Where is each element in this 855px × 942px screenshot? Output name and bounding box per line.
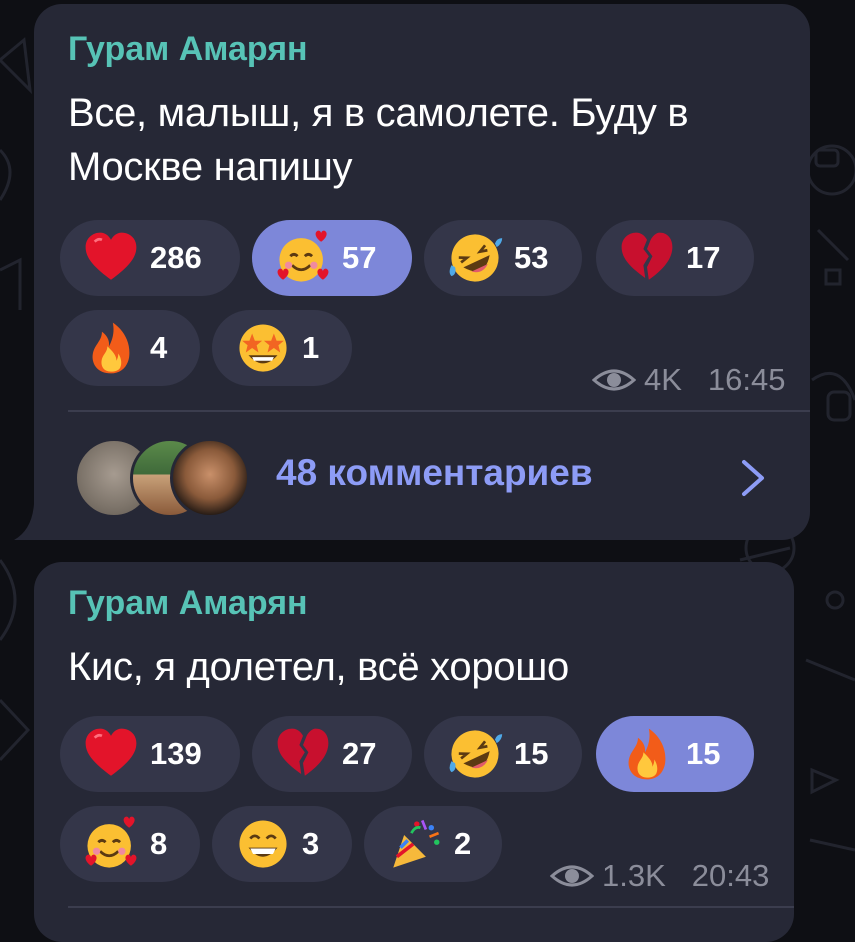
reaction-count: 2 [454, 826, 472, 861]
broken-heart-icon [277, 728, 329, 776]
comments-count-label: 48 комментариев [276, 452, 593, 493]
message-text-line-2: Москве напишу [68, 145, 353, 189]
post-author[interactable]: Гурам Амарян [68, 584, 308, 623]
reaction-fire[interactable]: 15 [596, 716, 754, 792]
reaction-heart[interactable]: 286 [60, 220, 240, 296]
reaction-count: 4 [150, 330, 168, 365]
comments-divider [68, 410, 810, 412]
post-author[interactable]: Гурам Амарян [68, 30, 308, 69]
comments-divider [68, 906, 794, 908]
commenter-avatar-3 [170, 438, 250, 518]
reaction-count: 15 [514, 736, 549, 771]
message-time: 16:45 [707, 362, 786, 397]
party-popper-icon [393, 819, 440, 868]
fire-icon [628, 728, 666, 780]
message-meta: 1.3K 20:43 [550, 858, 769, 894]
smiling-face-with-hearts-icon [277, 230, 329, 282]
reaction-count: 286 [150, 240, 202, 275]
reaction-count: 53 [514, 240, 549, 275]
reaction-rofl[interactable]: 53 [424, 220, 582, 296]
beaming-face-icon [239, 820, 287, 868]
eye-icon [592, 369, 636, 391]
broken-heart-icon [621, 232, 673, 280]
fire-icon [92, 322, 130, 374]
red-heart-icon [85, 728, 137, 776]
reaction-count: 57 [342, 240, 377, 275]
red-heart-icon [85, 232, 137, 280]
reaction-smiling-hearts[interactable]: 8 [60, 806, 200, 882]
star-struck-icon [239, 324, 287, 372]
smiling-face-with-hearts-icon [85, 816, 137, 868]
reaction-count: 27 [342, 736, 377, 771]
reaction-count: 3 [302, 826, 320, 861]
reaction-broken-heart[interactable]: 17 [596, 220, 754, 296]
reaction-heart[interactable]: 139 [60, 716, 240, 792]
message-time: 20:43 [691, 858, 770, 893]
reaction-fire[interactable]: 4 [60, 310, 200, 386]
message-meta: 4K 16:45 [592, 362, 786, 398]
message-text-line-1: Кис, я долетел, всё хорошо [68, 645, 569, 689]
reaction-smiling-hearts[interactable]: 57 [252, 220, 412, 296]
view-count: 1.3K [602, 858, 666, 893]
rolling-on-floor-laughing-icon [449, 730, 503, 778]
reaction-rofl[interactable]: 15 [424, 716, 582, 792]
eye-icon [550, 865, 594, 887]
chevron-right-icon [742, 460, 764, 496]
rolling-on-floor-laughing-icon [449, 234, 503, 282]
reaction-beaming-face[interactable]: 3 [212, 806, 352, 882]
reaction-party-popper[interactable]: 2 [364, 806, 502, 882]
reaction-count: 8 [150, 826, 168, 861]
comments-button[interactable]: 48 комментариев [34, 414, 810, 540]
message-text-line-1: Все, малыш, я в самолете. Буду в [68, 91, 689, 135]
reaction-star-struck[interactable]: 1 [212, 310, 352, 386]
reaction-count: 139 [150, 736, 202, 771]
reaction-broken-heart[interactable]: 27 [252, 716, 412, 792]
view-count: 4K [644, 362, 682, 397]
reaction-count: 15 [686, 736, 721, 771]
reaction-count: 1 [302, 330, 320, 365]
reaction-count: 17 [686, 240, 721, 275]
